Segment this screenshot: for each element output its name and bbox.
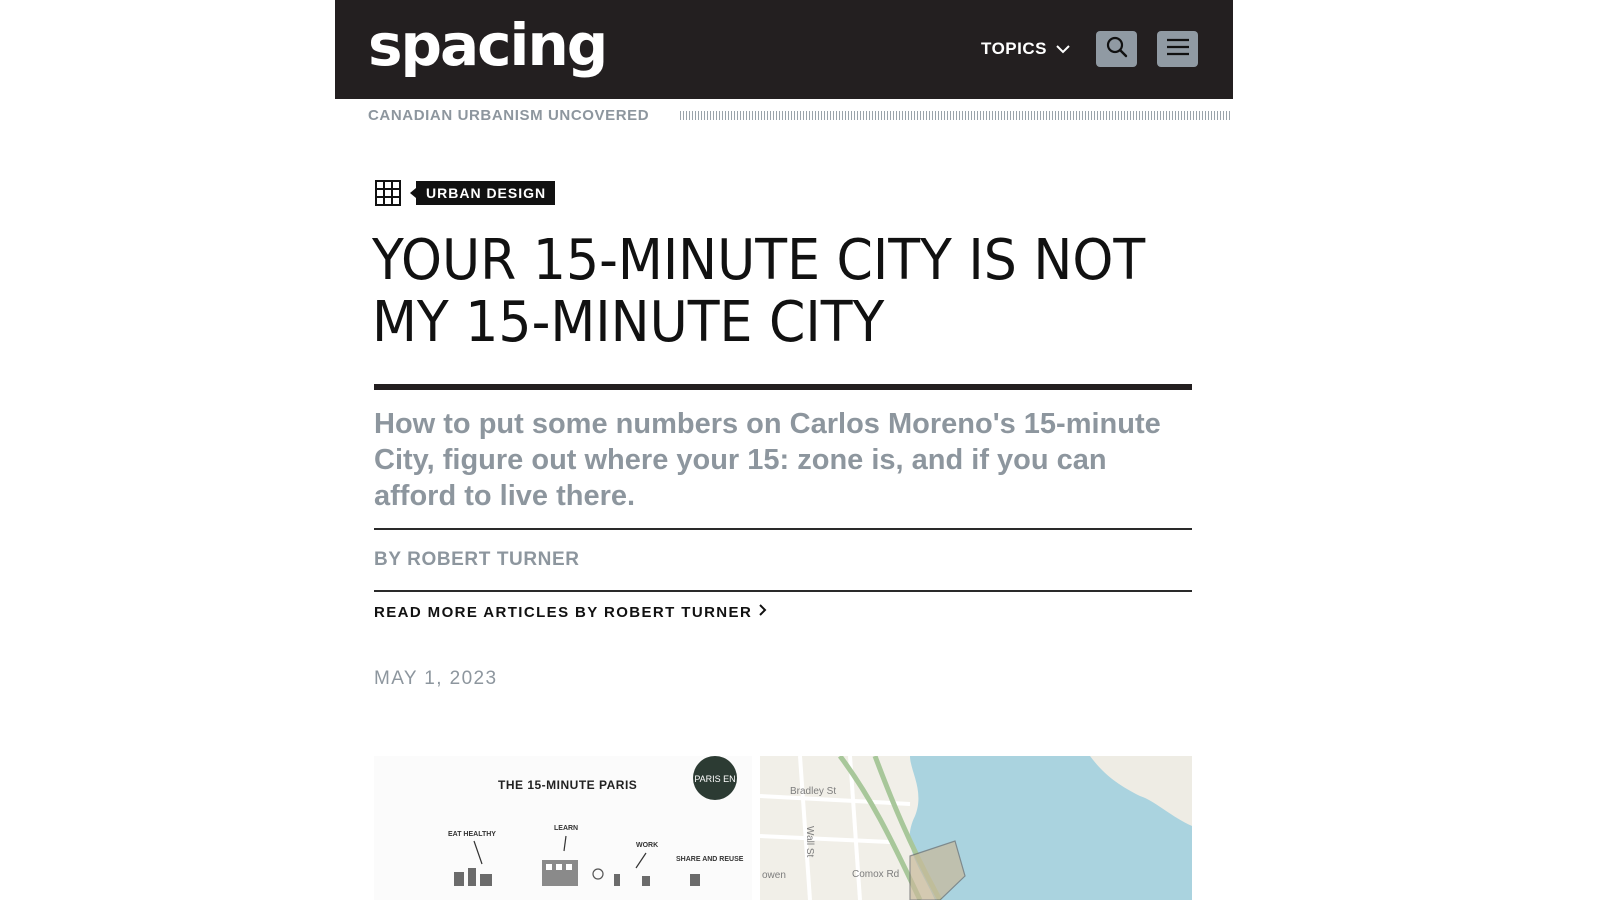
tagline-divider — [680, 110, 1232, 120]
article-title-line-2: MY 15-MINUTE CITY — [372, 290, 885, 355]
label-share-and-reuse: SHARE AND REUSE — [676, 856, 744, 863]
title-divider — [374, 384, 1192, 390]
label-eat-healthy: EAT HEALTHY — [448, 831, 496, 838]
read-more-author-link[interactable]: READ MORE ARTICLES BY ROBERT TURNER — [374, 603, 768, 621]
street-label-bradley: Bradley St — [790, 786, 836, 797]
grid-icon — [374, 179, 402, 207]
topics-label: TOPICS — [981, 39, 1047, 58]
article-deck: How to put some numbers on Carlos Moreno… — [374, 406, 1192, 514]
topics-menu-button[interactable]: TOPICS — [981, 37, 1071, 61]
menu-icon — [1166, 37, 1190, 62]
category-tag-link[interactable]: URBAN DESIGN — [409, 181, 556, 205]
publish-date: MAY 1, 2023 — [374, 668, 498, 689]
search-icon — [1105, 35, 1129, 64]
paris-badge-label: PARIS EN — [694, 774, 735, 784]
figure-neighbourhood-map[interactable]: Bradley St Wall St Comox Rd owen — [760, 756, 1192, 900]
page: spacing TOPICS CANADIAN URBANISM UNCOVER… — [0, 0, 1600, 900]
search-button[interactable] — [1096, 31, 1137, 67]
figure-title: THE 15-MINUTE PARIS — [498, 778, 637, 792]
street-label-comox: Comox Rd — [852, 869, 899, 880]
article-byline: BY ROBERT TURNER — [374, 549, 580, 570]
label-learn: LEARN — [554, 825, 578, 832]
deck-line-2: City, figure out where your 15: zone is,… — [374, 444, 1107, 476]
byline-divider — [374, 590, 1192, 592]
deck-divider — [374, 528, 1192, 530]
main-menu-button[interactable] — [1157, 31, 1198, 67]
illustration-buildings — [454, 860, 700, 886]
deck-line-3: afford to live there. — [374, 480, 636, 512]
deck-line-1: How to put some numbers on Carlos Moreno… — [374, 408, 1161, 440]
article-title: YOUR 15-MINUTE CITY IS NOT MY 15-MINUTE C… — [372, 228, 1146, 355]
site-tagline: CANADIAN URBANISM UNCOVERED — [368, 106, 650, 124]
read-more-label: READ MORE ARTICLES BY ROBERT TURNER — [374, 603, 753, 621]
site-logo[interactable]: spacing — [368, 10, 608, 80]
chevron-right-icon — [758, 603, 768, 621]
label-work: WORK — [636, 842, 658, 849]
street-label-owen: owen — [762, 870, 786, 881]
article-category: URBAN DESIGN — [374, 178, 556, 208]
figure-15-minute-paris[interactable]: THE 15-MINUTE PARIS PARIS EN EAT HEALTHY… — [374, 756, 752, 900]
tagline-row: CANADIAN URBANISM UNCOVERED — [368, 104, 1232, 126]
chevron-down-icon — [1055, 41, 1071, 57]
site-header: spacing TOPICS — [335, 0, 1233, 99]
article-title-line-1: YOUR 15-MINUTE CITY IS NOT — [372, 228, 1146, 293]
street-label-wall: Wall St — [804, 826, 815, 858]
